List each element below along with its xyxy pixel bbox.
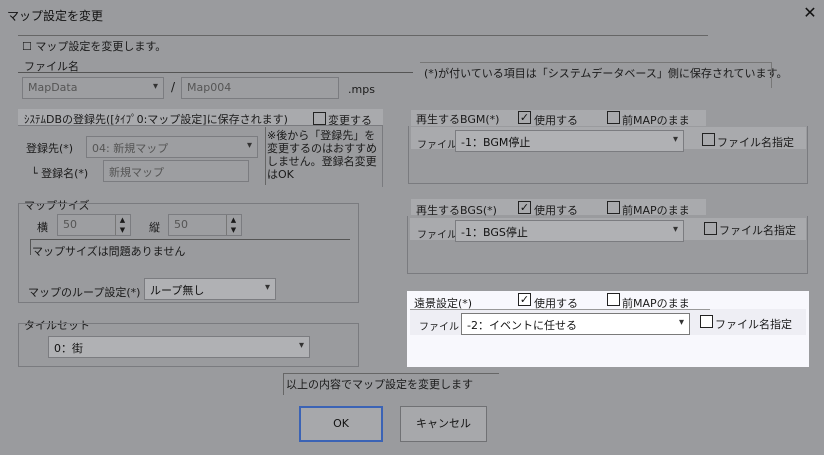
farview-filename-label: ファイル名指定 — [715, 318, 792, 331]
bgs-filename-checkbox[interactable] — [704, 222, 717, 235]
divider — [771, 62, 772, 88]
chevron-down-icon: ▾ — [672, 224, 678, 235]
sysdb-name-input[interactable]: 新規マップ — [103, 160, 249, 182]
chevron-down-icon: ▾ — [298, 340, 304, 351]
farview-file-label: ファイル — [419, 322, 459, 333]
close-icon[interactable]: ✕ — [801, 4, 819, 22]
spin-up-icon[interactable]: ▲ — [116, 215, 129, 225]
map-filename-input[interactable]: Map004 — [181, 77, 339, 99]
chevron-down-icon: ▾ — [672, 134, 678, 145]
sysdb-note: ※後から「登録先」を変更するのはおすすめしません。登録名変更はOK — [267, 129, 377, 181]
bgm-keep-checkbox[interactable] — [607, 111, 620, 124]
bgs-use-checkbox[interactable]: ✓ — [518, 201, 531, 214]
map-settings-dialog: マップ設定を変更 ✕ ☐ マップ設定を変更します。 ファイル名 MapData … — [0, 0, 824, 455]
divider — [30, 239, 350, 240]
bgs-file-value: -1：BGS停止 — [461, 226, 528, 239]
sysdb-change-checkbox[interactable] — [313, 112, 326, 125]
divider — [18, 35, 708, 36]
footer-note: 以上の内容でマップ設定を変更します — [286, 378, 473, 391]
bgm-filename-label: ファイル名指定 — [717, 136, 794, 149]
divider — [283, 373, 499, 374]
sysdb-target-label: 登録先(*) — [26, 142, 74, 155]
description-text: ☐ マップ設定を変更します。 — [22, 40, 167, 53]
chevron-down-icon: ▾ — [246, 140, 252, 151]
loop-value: ループ無し — [150, 284, 205, 297]
mapsize-width-value: 50 — [63, 218, 77, 231]
bgm-file-label: ファイル — [417, 140, 457, 151]
width-spinner[interactable]: ▲ ▼ — [115, 215, 129, 235]
divider — [283, 373, 284, 395]
tileset-value: 0：街 — [54, 342, 83, 355]
bgs-keep-checkbox[interactable] — [607, 201, 620, 214]
window-title: マップ設定を変更 — [7, 9, 104, 23]
loop-label: マップのループ設定(*) — [28, 286, 141, 299]
sysdb-target-value: 04: 新規マップ — [92, 142, 169, 155]
mapsize-height-value: 50 — [174, 218, 188, 231]
bgs-filename-label: ファイル名指定 — [719, 224, 796, 237]
path-separator: / — [171, 80, 176, 94]
bgs-file-select[interactable]: -1：BGS停止 ▾ — [455, 220, 684, 242]
spin-up-icon[interactable]: ▲ — [227, 215, 240, 225]
farview-filename-checkbox[interactable] — [700, 315, 713, 328]
mapsize-height-label: 縦 — [149, 221, 160, 234]
divider — [420, 62, 772, 63]
height-spinner[interactable]: ▲ ▼ — [226, 215, 240, 235]
farview-keep-checkbox[interactable] — [607, 293, 620, 306]
spin-down-icon[interactable]: ▼ — [227, 225, 240, 235]
bgm-header: 再生するBGM(*) — [416, 113, 500, 126]
divider — [265, 127, 266, 185]
bgm-use-checkbox[interactable]: ✓ — [518, 111, 531, 124]
file-extension: .mps — [348, 83, 375, 96]
folder-value: MapData — [28, 81, 78, 94]
divider — [30, 239, 31, 255]
chevron-down-icon: ▾ — [678, 317, 684, 328]
bgm-file-value: -1：BGM停止 — [461, 136, 531, 149]
cancel-button[interactable]: キャンセル — [400, 406, 487, 442]
mapsize-width-label: 横 — [37, 221, 48, 234]
farview-file-value: -2：イベントに任せる — [467, 319, 577, 332]
bgs-file-label: ファイル — [417, 230, 457, 241]
bgm-file-select[interactable]: -1：BGM停止 ▾ — [455, 130, 684, 152]
chevron-down-icon: ▾ — [152, 81, 158, 92]
saved-note: (*)が付いている項目は「システムデータベース」側に保存されています。 — [424, 67, 788, 80]
bgm-filename-checkbox[interactable] — [702, 133, 715, 146]
sysdb-target-select[interactable]: 04: 新規マップ ▾ — [86, 136, 258, 158]
farview-file-select[interactable]: -2：イベントに任せる ▾ — [461, 313, 690, 335]
sysdb-name-label: └ 登録名(*) — [31, 167, 89, 180]
mapsize-status: マップサイズは問題ありません — [32, 245, 186, 258]
folder-select[interactable]: MapData ▾ — [22, 77, 164, 99]
chevron-down-icon: ▾ — [264, 282, 270, 293]
spin-down-icon[interactable]: ▼ — [116, 225, 129, 235]
farview-use-checkbox[interactable]: ✓ — [518, 293, 531, 306]
divider — [410, 309, 710, 310]
loop-select[interactable]: ループ無し ▾ — [144, 278, 276, 300]
ok-button[interactable]: OK — [299, 406, 383, 442]
divider — [18, 72, 413, 73]
tileset-select[interactable]: 0：街 ▾ — [48, 336, 310, 358]
